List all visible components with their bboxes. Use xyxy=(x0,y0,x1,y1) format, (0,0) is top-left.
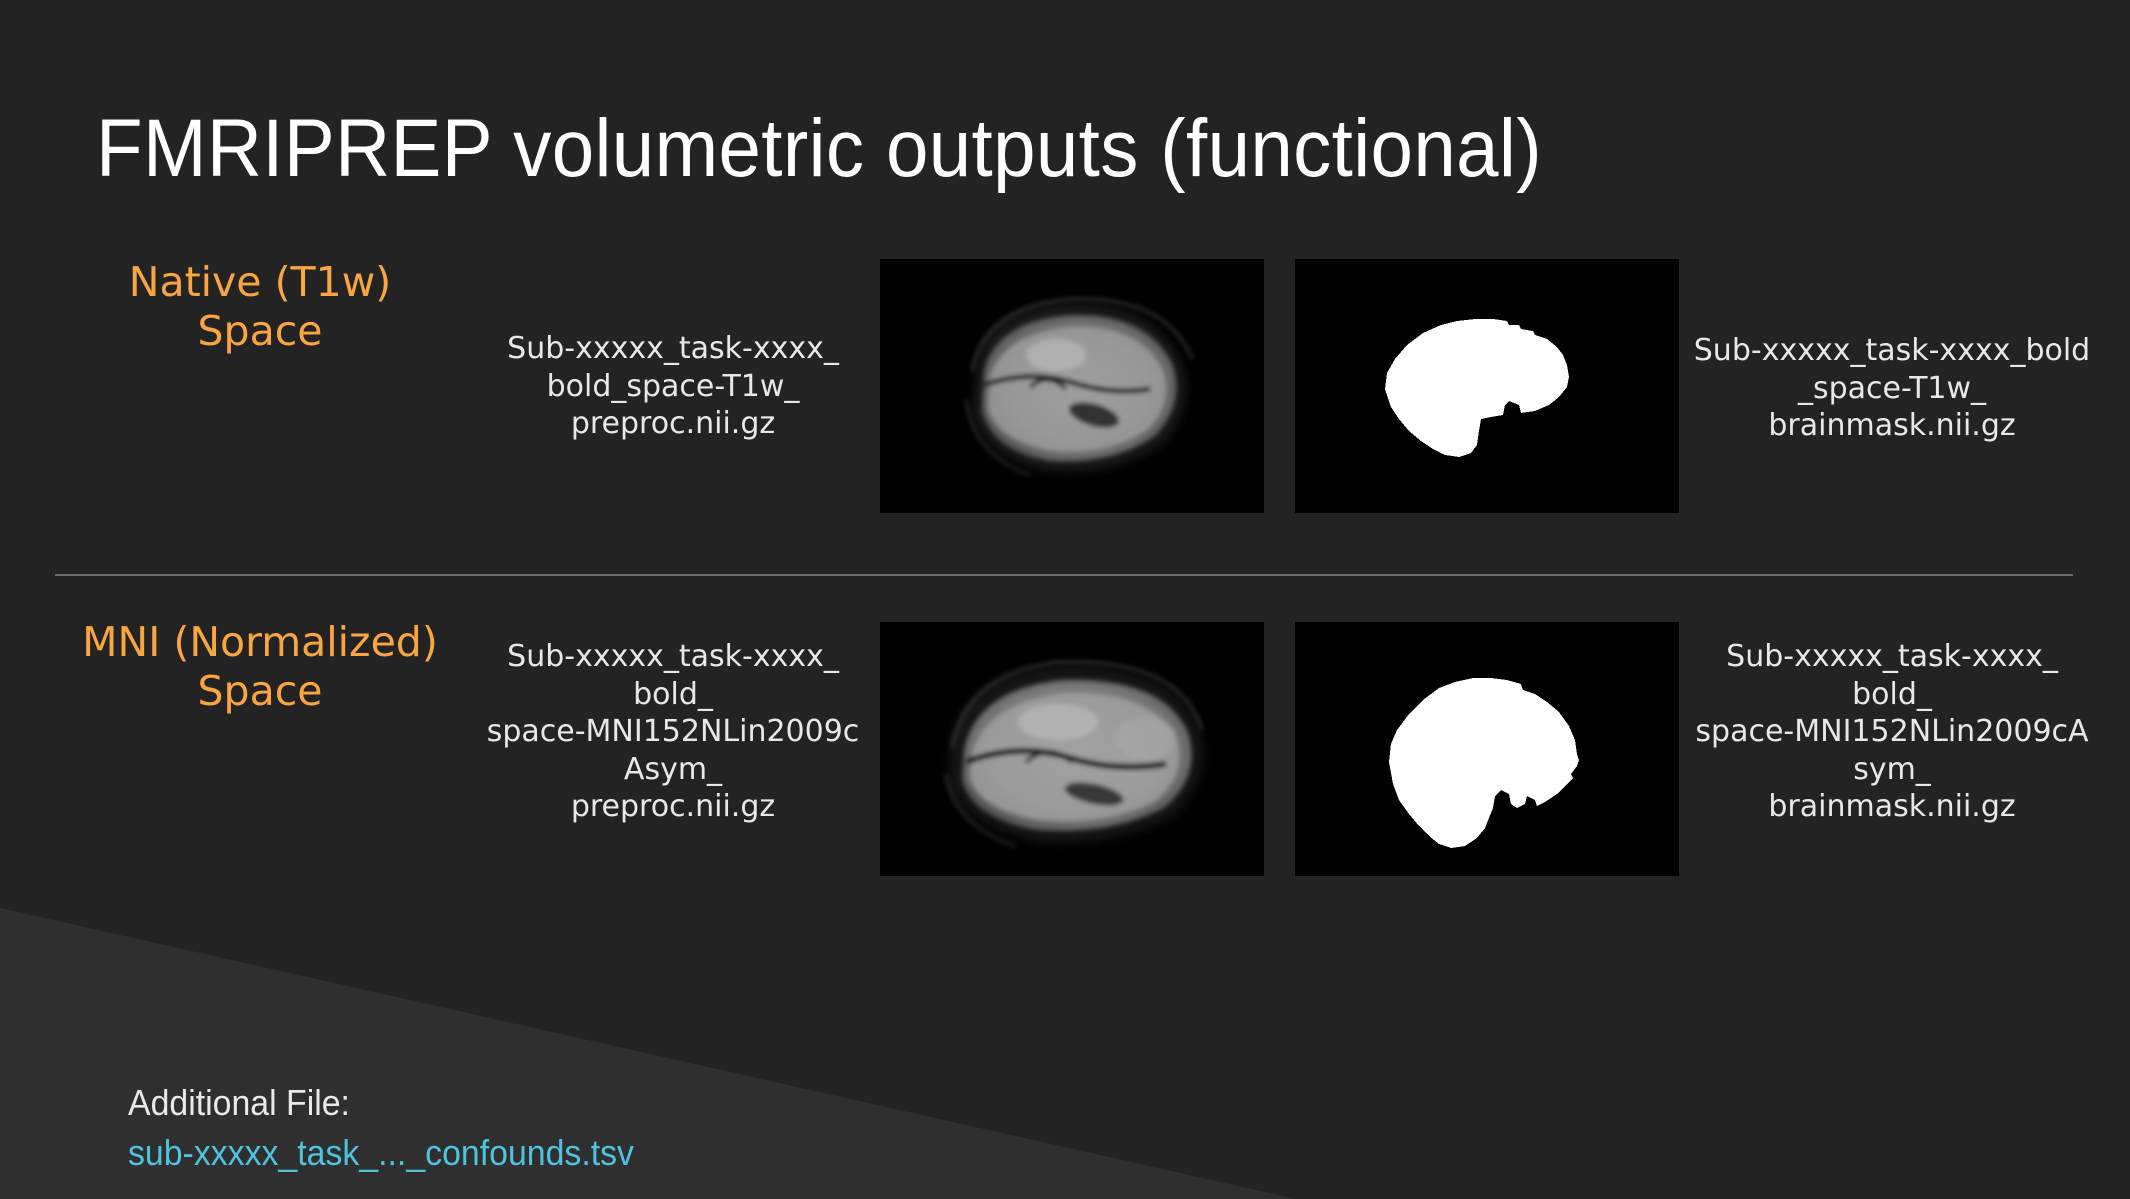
image-native-brainmask xyxy=(1295,259,1679,513)
additional-file-label: Additional File: xyxy=(128,1082,350,1123)
space-label-mni: MNI (Normalized) Space xyxy=(82,618,438,716)
sagittal-bold-slice-icon xyxy=(880,259,1264,513)
row-mni-normalized: MNI (Normalized) Space Sub-xxxxx_task-xx… xyxy=(0,600,2130,900)
image-native-bold xyxy=(880,259,1264,513)
sagittal-brainmask-slice-icon xyxy=(1295,259,1679,513)
sagittal-bold-slice-mni-icon xyxy=(880,622,1264,876)
space-label-native: Native (T1w) Space xyxy=(128,258,392,356)
image-mni-brainmask xyxy=(1295,622,1679,876)
row-native-t1w: Native (T1w) Space Sub-xxxxx_task-xxxx_ … xyxy=(0,240,2130,540)
slide-canvas: FMRIPREP volumetric outputs (functional)… xyxy=(0,0,2130,1199)
filename-native-preproc: Sub-xxxxx_task-xxxx_ bold_space-T1w_ pre… xyxy=(507,331,839,441)
row-divider xyxy=(55,574,2073,576)
image-mni-bold xyxy=(880,622,1264,876)
filename-mni-brainmask: Sub-xxxxx_task-xxxx_ bold_ space-MNI152N… xyxy=(1695,639,2089,824)
filename-mni-preproc: Sub-xxxxx_task-xxxx_ bold_ space-MNI152N… xyxy=(486,639,860,824)
additional-file-note: Additional File: sub-xxxxx_task_..._conf… xyxy=(128,1078,634,1177)
confounds-file-link[interactable]: sub-xxxxx_task_..._confounds.tsv xyxy=(128,1128,634,1178)
page-title: FMRIPREP volumetric outputs (functional) xyxy=(96,103,1542,194)
filename-native-brainmask: Sub-xxxxx_task-xxxx_bold _space-T1w_ bra… xyxy=(1693,333,2091,443)
sagittal-brainmask-slice-mni-icon xyxy=(1295,622,1679,876)
